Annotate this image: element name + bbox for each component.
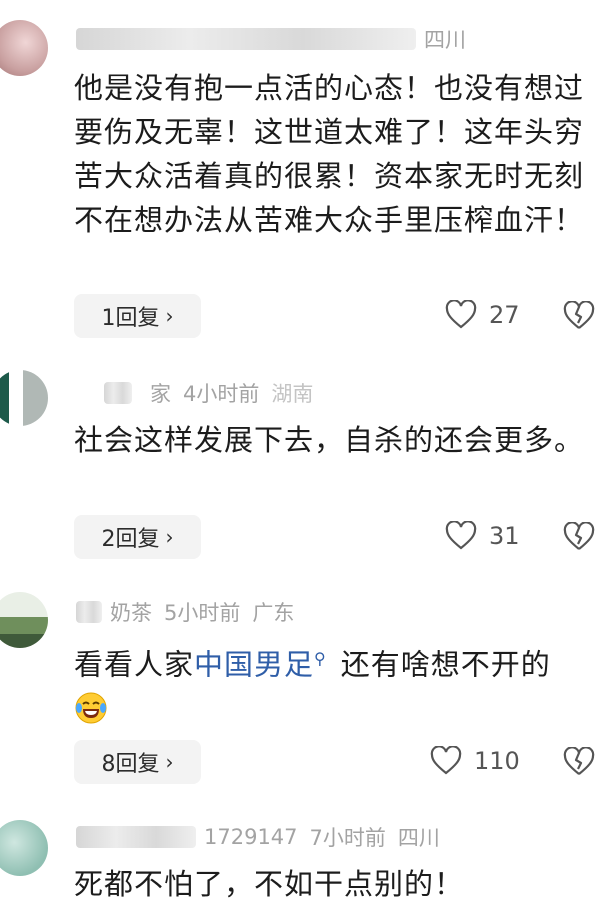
chevron-right-icon: › [165, 525, 174, 549]
comment-location: 四川 [397, 826, 440, 850]
comment-location: 四川 [424, 28, 466, 52]
chevron-right-icon: › [165, 750, 174, 774]
comment-location: 湖南 [271, 382, 314, 406]
reply-label: 2回复 [101, 527, 160, 552]
dislike-button[interactable] [563, 521, 595, 556]
like-button[interactable]: 31 [445, 521, 520, 551]
heart-outline-icon [430, 746, 462, 775]
reply-button[interactable]: 2回复 › [74, 515, 201, 559]
reply-label: 8回复 [101, 752, 160, 777]
avatar[interactable] [0, 820, 48, 876]
avatar[interactable] [0, 592, 48, 648]
dislike-button[interactable] [563, 746, 595, 781]
comment-meta: 1729147 7小时前 四川 [76, 822, 452, 852]
comment-location: 广东 [252, 601, 295, 625]
comment-meta: 奶茶 5小时前 广东 [76, 597, 306, 627]
broken-heart-icon [563, 746, 595, 775]
comment-text: 看看人家中国男足⚲ 还有啥想不开的 [74, 637, 594, 731]
like-count: 31 [489, 522, 520, 550]
comment-time: 5小时前 [164, 601, 241, 625]
blurred-username [76, 826, 196, 848]
comment-meta: 家 4小时前 湖南 [76, 378, 325, 408]
comment-name-fragment: 奶茶 [110, 601, 152, 625]
avatar[interactable] [0, 20, 48, 76]
comment-name-fragment: 1729147 [204, 825, 298, 849]
comment-text: 社会这样发展下去，自杀的还会更多。 [74, 423, 585, 457]
comment-text-before: 看看人家 [74, 647, 195, 682]
broken-heart-icon [563, 521, 595, 550]
reply-label: 1回复 [101, 306, 160, 331]
comment-meta: 四川 [76, 24, 478, 54]
laughing-tears-emoji [75, 692, 107, 724]
comment-text-after: 还有啥想不开的 [340, 647, 551, 682]
comment-name-fragment: 家 [150, 382, 171, 406]
dislike-button[interactable] [563, 300, 595, 335]
broken-heart-icon [563, 300, 595, 329]
like-button[interactable]: 110 [430, 746, 520, 776]
like-count: 27 [489, 301, 520, 329]
comment-text: 他是没有抱一点活的心态！也没有想过要伤及无辜！这世道太难了！这年头穷苦大众活着真… [74, 71, 585, 237]
like-button[interactable]: 27 [445, 300, 520, 330]
reply-button[interactable]: 1回复 › [74, 294, 201, 338]
search-icon[interactable]: ⚲ [314, 637, 327, 681]
avatar[interactable] [0, 370, 48, 426]
comment-text: 死都不怕了，不如干点别的！ [74, 867, 465, 901]
topic-link[interactable]: 中国男足 [194, 648, 314, 682]
comment-time: 4小时前 [183, 382, 260, 406]
blurred-username [104, 382, 132, 404]
blurred-username [76, 601, 102, 623]
like-count: 110 [474, 747, 520, 775]
heart-outline-icon [445, 521, 477, 550]
chevron-right-icon: › [165, 304, 174, 328]
heart-outline-icon [445, 300, 477, 329]
reply-button[interactable]: 8回复 › [74, 740, 201, 784]
blurred-username [76, 28, 416, 50]
comment-time: 7小时前 [309, 826, 386, 850]
